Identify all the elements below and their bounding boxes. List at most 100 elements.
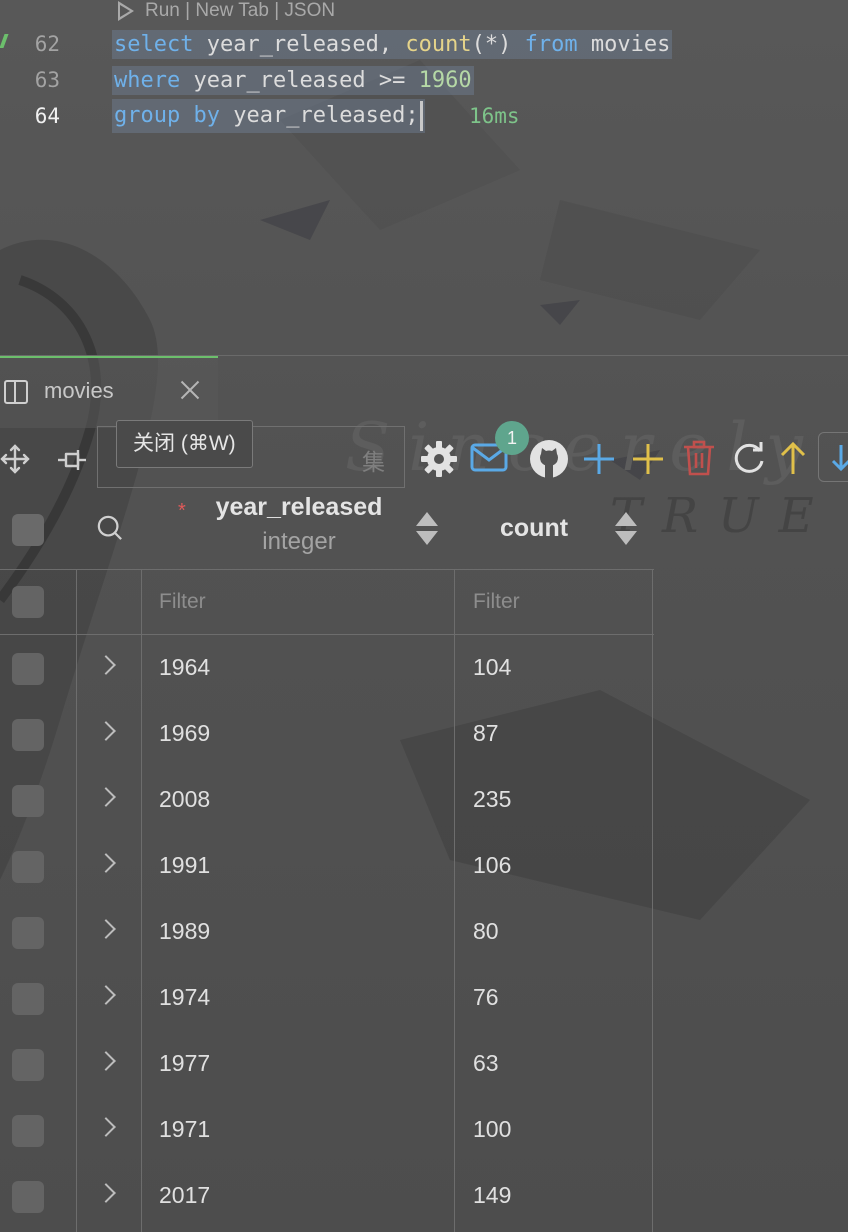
chevron-right-icon[interactable] (96, 919, 116, 939)
cell-year-released[interactable]: 1991 (159, 852, 210, 879)
cell-count[interactable]: 235 (473, 786, 511, 813)
row-checkbox[interactable] (12, 1181, 44, 1213)
row-checkbox[interactable] (12, 1115, 44, 1147)
row-checkbox[interactable] (12, 983, 44, 1015)
table-row[interactable]: 2008 235 (0, 768, 654, 834)
chevron-right-icon[interactable] (96, 853, 116, 873)
row-checkbox[interactable] (12, 851, 44, 883)
sql-function: count (405, 31, 472, 57)
cell-year-released[interactable]: 1964 (159, 654, 210, 681)
github-icon[interactable] (528, 438, 570, 480)
cell-count[interactable]: 149 (473, 1182, 511, 1209)
cell-year-released[interactable]: 1969 (159, 720, 210, 747)
row-checkbox[interactable] (12, 917, 44, 949)
sql-identifier: year_released, (193, 31, 406, 57)
add-row-icon[interactable] (582, 442, 616, 476)
table-row[interactable]: 1969 87 (0, 702, 654, 768)
code-line-64[interactable]: 64 group by year_released; 16ms (0, 98, 848, 134)
row-checkbox[interactable] (12, 1049, 44, 1081)
cell-count[interactable]: 104 (473, 654, 511, 681)
line-number: 62 (34, 32, 60, 56)
table-row[interactable]: 1964 104 (0, 636, 654, 702)
row-checkbox[interactable] (12, 653, 44, 685)
column-header-year-released[interactable]: year_released integer (199, 493, 399, 556)
chevron-right-icon[interactable] (96, 1183, 116, 1203)
trash-icon[interactable] (682, 440, 716, 476)
chevron-right-icon[interactable] (96, 985, 116, 1005)
tab-label[interactable]: movies (44, 378, 114, 404)
row-checkbox[interactable] (12, 719, 44, 751)
chevron-right-icon[interactable] (96, 721, 116, 741)
line-number: 64 (34, 104, 60, 128)
text-cursor (419, 101, 423, 131)
close-tooltip: 关闭 (⌘W) (116, 420, 253, 468)
app-window: Sincerely TRUE Run | New Tab | JSON 62 s… (0, 0, 848, 1232)
chevron-right-icon[interactable] (96, 655, 116, 675)
gear-icon[interactable] (420, 440, 458, 478)
cell-count[interactable]: 76 (473, 984, 499, 1011)
cell-count[interactable]: 100 (473, 1116, 511, 1143)
notification-badge: 1 (495, 421, 529, 455)
code-line-62[interactable]: 62 select year_released, count(*) from m… (0, 26, 848, 62)
chevron-right-icon[interactable] (96, 787, 116, 807)
required-marker: * (178, 500, 186, 522)
table-row[interactable]: 2017 149 (0, 1164, 654, 1230)
filter-input-year-released[interactable]: Filter (159, 590, 206, 614)
chevron-right-icon[interactable] (96, 1117, 116, 1137)
chevron-right-icon[interactable] (96, 1051, 116, 1071)
tab-movies[interactable]: movies (0, 356, 218, 428)
sql-identifier: movies (577, 31, 671, 57)
column-header-count[interactable]: count (500, 514, 568, 543)
cell-count[interactable]: 106 (473, 852, 511, 879)
sort-icon[interactable] (614, 512, 638, 546)
cell-year-released[interactable]: 1977 (159, 1050, 210, 1077)
codelens-actions[interactable]: Run | New Tab | JSON (118, 0, 335, 22)
run-icon[interactable] (118, 1, 134, 21)
cell-count[interactable]: 87 (473, 720, 499, 747)
table-row[interactable]: 1977 63 (0, 1032, 654, 1098)
sql-keyword: select (114, 31, 194, 57)
move-icon[interactable] (0, 444, 30, 474)
arrow-up-icon[interactable] (778, 440, 808, 476)
code-text[interactable]: where year_released >= 1960 (112, 65, 474, 95)
filter-row-checkbox[interactable] (12, 586, 44, 618)
sql-identifier: year_released; (219, 103, 419, 128)
grid-filter-border (0, 634, 654, 635)
cell-year-released[interactable]: 1971 (159, 1116, 210, 1143)
line-number: 63 (34, 68, 60, 92)
cell-year-released[interactable]: 2017 (159, 1182, 210, 1209)
cell-year-released[interactable]: 2008 (159, 786, 210, 813)
sql-keyword: where (114, 67, 181, 93)
row-checkbox[interactable] (12, 785, 44, 817)
sql-space (180, 103, 193, 128)
query-timing: 16ms (469, 104, 520, 128)
sort-icon[interactable] (415, 512, 439, 546)
table-row[interactable]: 1974 76 (0, 966, 654, 1032)
codelens-label[interactable]: Run | New Tab | JSON (145, 0, 335, 22)
sql-keyword: by (193, 103, 220, 128)
cell-count[interactable]: 63 (473, 1050, 499, 1077)
table-row[interactable]: 1989 80 (0, 900, 654, 966)
close-icon[interactable] (176, 376, 204, 404)
cell-count[interactable]: 80 (473, 918, 499, 945)
search-icon[interactable] (97, 515, 123, 541)
filter-input-count[interactable]: Filter (473, 590, 520, 614)
code-text[interactable]: select year_released, count(*) from movi… (112, 29, 673, 59)
code-text[interactable]: group by year_released; (112, 99, 425, 133)
arrow-down-icon (831, 445, 848, 472)
table-row[interactable]: 1971 100 (0, 1098, 654, 1164)
sql-editor[interactable]: Run | New Tab | JSON 62 select year_rele… (0, 0, 848, 355)
cell-year-released[interactable]: 1974 (159, 984, 210, 1011)
sql-identifier: year_released >= (180, 67, 419, 93)
table-row[interactable]: 1991 106 (0, 834, 654, 900)
column-name: year_released (215, 493, 383, 521)
pin-icon[interactable] (56, 446, 88, 474)
select-all-checkbox[interactable] (12, 514, 44, 546)
arrow-down-button[interactable] (818, 432, 848, 482)
layout-icon[interactable] (4, 380, 28, 404)
refresh-icon[interactable] (732, 441, 766, 475)
add-column-icon[interactable] (631, 442, 665, 476)
code-line-63[interactable]: 63 where year_released >= 1960 (0, 62, 848, 98)
sql-keyword: from (524, 31, 578, 57)
cell-year-released[interactable]: 1989 (159, 918, 210, 945)
